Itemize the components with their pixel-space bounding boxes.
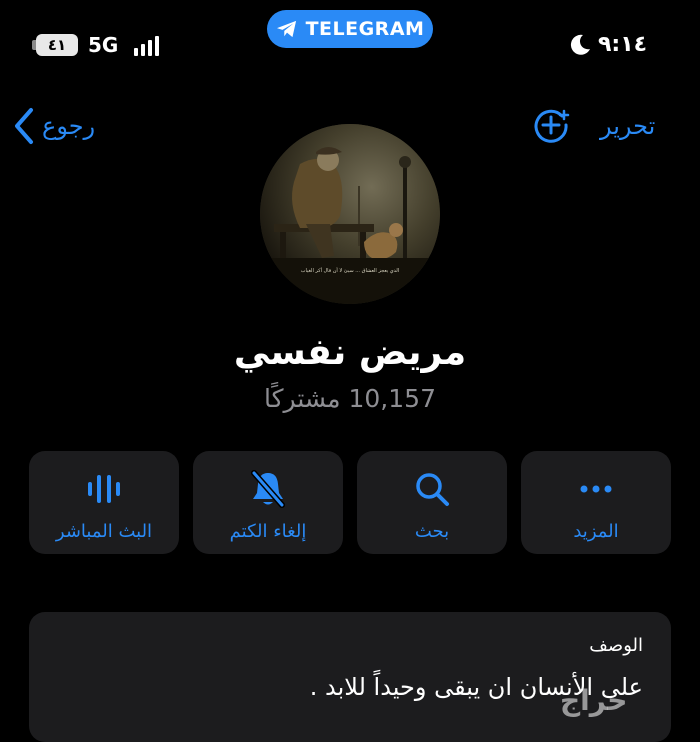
more-button[interactable]: المزيد xyxy=(521,451,671,554)
network-type: 5G xyxy=(88,33,119,57)
channel-avatar[interactable] xyxy=(260,124,440,304)
more-icon xyxy=(580,485,612,493)
edit-button[interactable]: تحرير xyxy=(600,106,655,146)
channel-title: مريض نفسي xyxy=(233,332,467,373)
moon-icon xyxy=(570,34,590,55)
search-label: بحث xyxy=(414,521,450,542)
bell-slash-icon xyxy=(251,470,285,508)
status-time: ٩:١٤ xyxy=(598,32,648,57)
unmute-button[interactable]: إلغاء الكتم xyxy=(193,451,343,554)
more-label: المزيد xyxy=(573,521,619,542)
avatar-caption: الذي يعجز العشاق ... سيئ لا أن فال أكر ا… xyxy=(300,268,400,274)
avatar-image xyxy=(260,124,440,304)
description-label: الوصف xyxy=(589,635,643,656)
chevron-left-icon xyxy=(15,108,33,144)
telegram-icon xyxy=(276,20,296,38)
back-label: رجوع xyxy=(42,112,96,140)
battery-indicator: ٤١ xyxy=(36,34,78,56)
description-text: على الأنسان ان يبقى وحيداً للابد . xyxy=(309,673,643,701)
description-card: الوصف على الأنسان ان يبقى وحيداً للابد . xyxy=(29,612,671,742)
telegram-banner[interactable]: TELEGRAM xyxy=(267,10,433,48)
search-button[interactable]: بحث xyxy=(357,451,507,554)
search-icon xyxy=(416,473,449,506)
add-member-icon[interactable] xyxy=(531,105,571,145)
voice-chat-icon xyxy=(88,475,120,503)
live-stream-label: البث المباشر xyxy=(55,521,153,542)
watermark-logo: حراج xyxy=(560,684,628,717)
signal-icon xyxy=(134,34,160,56)
banner-label: TELEGRAM xyxy=(305,18,425,40)
live-stream-button[interactable]: البث المباشر xyxy=(29,451,179,554)
unmute-label: إلغاء الكتم xyxy=(229,521,307,542)
back-button[interactable]: رجوع xyxy=(12,104,95,148)
subscriber-count: 10,157 مشتركًا xyxy=(264,384,436,413)
